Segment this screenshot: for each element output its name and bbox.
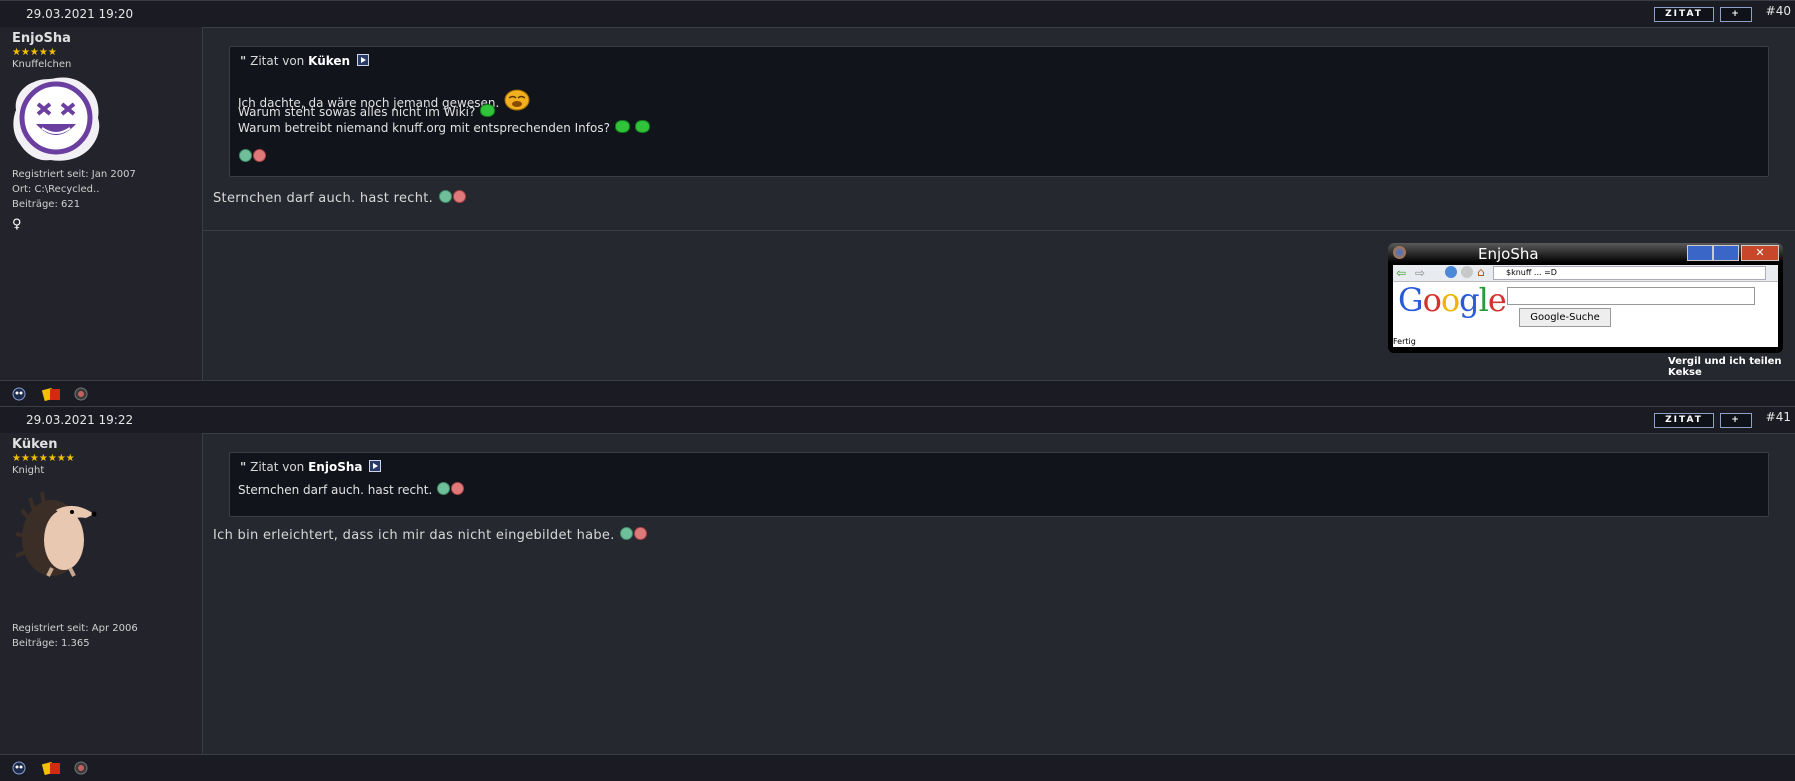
bomb-smiley-icon[interactable] xyxy=(74,761,88,775)
quote-block: " Zitat von EnjoSha Sternchen darf auch.… xyxy=(229,452,1769,517)
browser-toolbar: ⇦ ⇨ ⌂ $knuff ... =D xyxy=(1393,265,1778,282)
post-date: 29.03.2021 19:22 xyxy=(26,413,134,427)
report-card-icon[interactable] xyxy=(42,387,62,401)
report-card-icon[interactable] xyxy=(42,761,62,775)
post-date: 29.03.2021 19:20 xyxy=(26,7,134,21)
smiley-red-icon xyxy=(253,149,266,162)
frog-smiley-icon xyxy=(614,120,630,133)
google-search-button: Google-Suche xyxy=(1519,308,1611,327)
quote-button[interactable]: ZITAT xyxy=(1654,413,1714,428)
quote-author: EnjoSha xyxy=(308,460,363,474)
address-bar: $knuff ... =D xyxy=(1493,266,1766,280)
user-rank: Knuffelchen xyxy=(12,59,72,70)
home-icon: ⌂ xyxy=(1477,265,1485,279)
post-header: 29.03.2021 19:22 ZITAT + #41 xyxy=(0,406,1795,434)
post-footer xyxy=(0,754,1795,781)
user-location: Ort: C:\Recycled.. xyxy=(12,184,100,195)
maximize-icon xyxy=(1713,245,1739,261)
username-link[interactable]: Küken xyxy=(12,437,57,452)
quote-line: Sternchen darf auch. hast recht. xyxy=(238,482,465,497)
signature-divider xyxy=(203,230,1795,231)
smiley-green-icon xyxy=(438,190,452,203)
user-rank: Knight xyxy=(12,465,45,476)
smiley-green-icon xyxy=(239,149,252,162)
post-footer xyxy=(0,380,1795,407)
post-count: Beiträge: 1.365 xyxy=(12,638,90,649)
sleepy-smiley-icon xyxy=(504,89,530,111)
back-arrow-icon: ⇦ xyxy=(1396,266,1407,280)
user-sidebar: EnjoSha ★★★★★ Knuffelchen Registriert se… xyxy=(0,27,203,380)
quote-header: " Zitat von EnjoSha xyxy=(240,460,382,474)
minimize-icon xyxy=(1687,245,1713,261)
quote-block: " Zitat von Küken Ich dachte, da wäre no… xyxy=(229,46,1769,177)
multiquote-button[interactable]: + xyxy=(1720,413,1752,428)
quote-prefix: Zitat von xyxy=(250,54,305,68)
registered-since: Registriert seit: Jan 2007 xyxy=(12,169,136,180)
profile-icon[interactable] xyxy=(12,761,26,775)
quote-mark-icon: " xyxy=(240,54,247,68)
goto-quote-icon[interactable] xyxy=(356,54,369,66)
smiley-green-icon xyxy=(437,482,451,495)
smiley-red-icon xyxy=(451,482,465,495)
google-search-input xyxy=(1507,287,1755,305)
quote-line: Warum steht sowas alles nicht im Wiki? xyxy=(238,104,496,119)
browser-status: Fertig xyxy=(1393,337,1416,346)
bomb-smiley-icon[interactable] xyxy=(74,387,88,401)
profile-icon[interactable] xyxy=(12,387,26,401)
post-41: 29.03.2021 19:22 ZITAT + #41 Küken ★★★★★… xyxy=(0,406,1795,781)
signature-image: EnjoSha ✕ ⇦ ⇨ ⌂ $knuff ... =D Google Goo… xyxy=(1388,243,1783,353)
quote-smileys xyxy=(238,149,266,164)
forward-arrow-icon: ⇨ xyxy=(1415,266,1426,280)
smiley-red-icon xyxy=(634,527,648,540)
firefox-icon xyxy=(1393,246,1406,259)
smiley-red-icon xyxy=(452,190,466,203)
post-header: 29.03.2021 19:20 ZITAT + #40 xyxy=(0,0,1795,28)
browser-body: ⇦ ⇨ ⌂ $knuff ... =D Google Google-Suche … xyxy=(1393,265,1778,347)
post-content: " Zitat von EnjoSha Sternchen darf auch.… xyxy=(203,433,1795,754)
rank-stars: ★★★★★ xyxy=(12,47,57,58)
user-sidebar: Küken ★★★★★★★ Knight Registriert seit: A… xyxy=(0,433,203,754)
goto-quote-icon[interactable] xyxy=(369,460,382,472)
post-40: 29.03.2021 19:20 ZITAT + #40 EnjoSha ★★★… xyxy=(0,0,1795,407)
post-count: Beiträge: 621 xyxy=(12,199,81,210)
close-window-icon: ✕ xyxy=(1741,245,1779,261)
stop-icon xyxy=(1461,266,1473,278)
avatar[interactable] xyxy=(12,480,104,580)
avatar[interactable] xyxy=(10,74,102,164)
post-message: Sternchen darf auch. hast recht. xyxy=(213,190,466,206)
reload-icon xyxy=(1445,266,1457,278)
quote-mark-icon: " xyxy=(240,460,247,474)
frog-smiley-icon xyxy=(480,104,496,117)
quote-author: Küken xyxy=(308,54,351,68)
post-number-link[interactable]: #41 xyxy=(1766,410,1791,424)
multiquote-button[interactable]: + xyxy=(1720,7,1752,22)
username-link[interactable]: EnjoSha xyxy=(12,31,71,46)
google-logo: Google xyxy=(1398,281,1507,319)
window-title: EnjoSha xyxy=(1478,245,1539,263)
registered-since: Registriert seit: Apr 2006 xyxy=(12,623,138,634)
quote-prefix: Zitat von xyxy=(250,460,305,474)
frog-smiley-icon xyxy=(634,120,650,133)
quote-button[interactable]: ZITAT xyxy=(1654,7,1714,22)
post-content: " Zitat von Küken Ich dachte, da wäre no… xyxy=(203,27,1795,380)
browser-titlebar: EnjoSha ✕ xyxy=(1388,243,1783,263)
gender-female-icon: ♀ xyxy=(12,217,22,232)
post-message: Ich bin erleichtert, dass ich mir das ni… xyxy=(213,527,648,543)
quote-header: " Zitat von Küken xyxy=(240,54,369,68)
signature-caption: Vergil und ich teilen Kekse xyxy=(1668,356,1782,378)
rank-stars: ★★★★★★★ xyxy=(12,453,75,464)
post-number-link[interactable]: #40 xyxy=(1766,4,1791,18)
quote-line: Warum betreibt niemand knuff.org mit ent… xyxy=(238,120,650,135)
smiley-green-icon xyxy=(620,527,634,540)
